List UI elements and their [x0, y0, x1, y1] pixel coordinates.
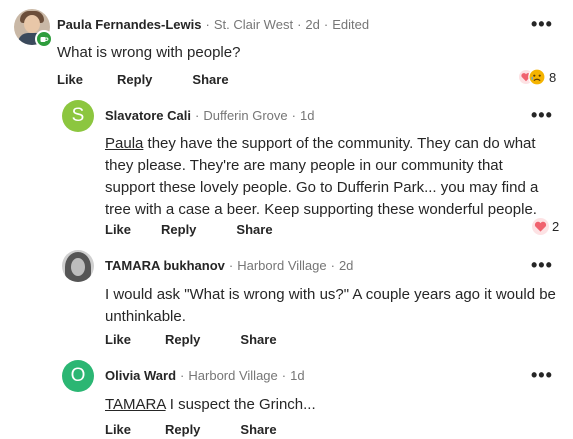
reactions-summary[interactable]: 8: [519, 68, 556, 86]
avatar[interactable]: S: [62, 100, 94, 132]
author-location[interactable]: Dufferin Grove: [203, 108, 287, 123]
comment-text: Paula they have the support of the commu…: [105, 133, 555, 221]
author-name[interactable]: TAMARA bukhanov: [105, 258, 225, 273]
like-button[interactable]: Like: [105, 332, 131, 347]
reply-button[interactable]: Reply: [161, 222, 196, 237]
comment-time[interactable]: 1d: [300, 108, 314, 123]
sad-face-icon: [528, 68, 546, 86]
like-button[interactable]: Like: [105, 422, 131, 437]
comment-body: they have the support of the community. …: [105, 135, 539, 218]
reply-button[interactable]: Reply: [165, 422, 200, 437]
reply-button[interactable]: Reply: [117, 72, 152, 87]
comment-time[interactable]: 1d: [290, 368, 304, 383]
like-button[interactable]: Like: [57, 72, 83, 87]
comment-time[interactable]: 2d: [305, 17, 319, 32]
share-button[interactable]: Share: [236, 222, 272, 237]
comment-text: TAMARA I suspect the Grinch...: [105, 394, 316, 416]
author-location[interactable]: St. Clair West: [214, 17, 293, 32]
more-options-icon[interactable]: •••: [531, 256, 553, 274]
comment-text: I would ask "What is wrong with us?" A c…: [105, 286, 556, 325]
avatar[interactable]: O: [62, 360, 94, 392]
more-options-icon[interactable]: •••: [531, 106, 553, 124]
author-location[interactable]: Harbord Village: [188, 368, 277, 383]
author-location[interactable]: Harbord Village: [237, 258, 326, 273]
author-name[interactable]: Olivia Ward: [105, 368, 176, 383]
comment-body: I suspect the Grinch...: [165, 396, 316, 413]
author-name[interactable]: Slavatore Cali: [105, 108, 191, 123]
reaction-count: 8: [549, 69, 557, 85]
coffee-badge-icon: [35, 30, 53, 48]
share-button[interactable]: Share: [240, 332, 276, 347]
reaction-count: 2: [552, 219, 560, 234]
more-options-icon[interactable]: •••: [531, 366, 553, 384]
more-options-icon[interactable]: •••: [531, 15, 553, 33]
author-name[interactable]: Paula Fernandes-Lewis: [57, 17, 202, 32]
comment-text: What is wrong with people?: [57, 44, 241, 61]
share-button[interactable]: Share: [240, 422, 276, 437]
like-button[interactable]: Like: [105, 222, 131, 237]
avatar[interactable]: [62, 250, 94, 282]
comment-time[interactable]: 2d: [339, 258, 353, 273]
reply-button[interactable]: Reply: [165, 332, 200, 347]
share-button[interactable]: Share: [192, 72, 228, 87]
reactions-summary[interactable]: 2: [532, 218, 559, 235]
edited-label: Edited: [332, 17, 370, 32]
mention-link[interactable]: Paula: [105, 135, 143, 152]
heart-icon: [532, 218, 549, 235]
mention-link[interactable]: TAMARA: [105, 396, 166, 413]
